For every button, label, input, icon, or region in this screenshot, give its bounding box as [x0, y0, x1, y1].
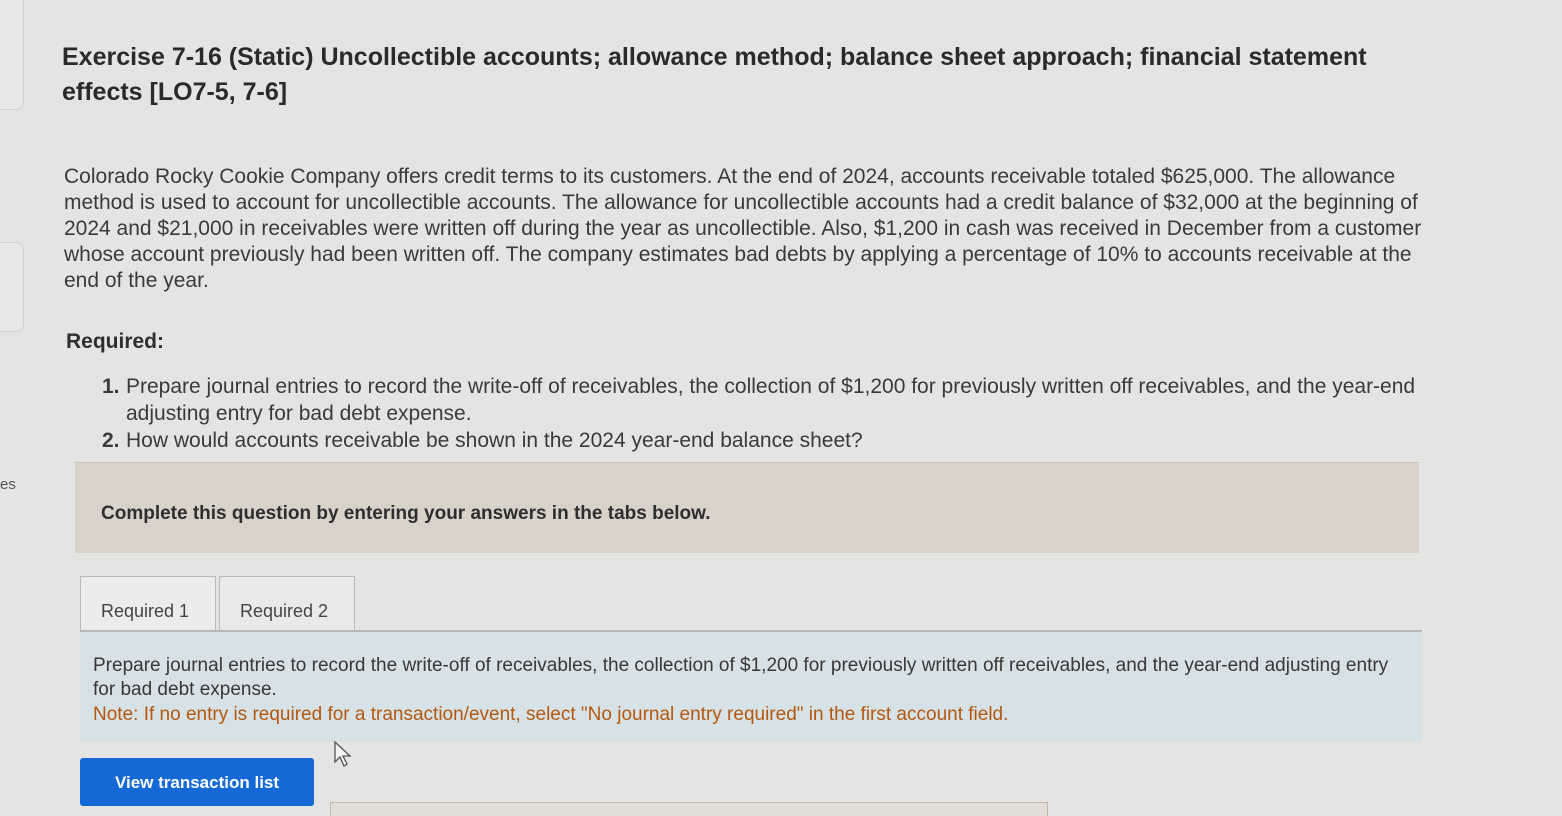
tab-panel-required-1: Prepare journal entries to record the wr…	[80, 630, 1422, 742]
requirement-number: 1.	[102, 375, 120, 398]
requirement-text: Prepare journal entries to record the wr…	[126, 375, 1416, 425]
panel-instructions: Prepare journal entries to record the wr…	[93, 655, 1389, 700]
sidebar-panel-top	[0, 0, 24, 110]
requirement-item: 2. How would accounts receivable be show…	[102, 427, 1422, 454]
exercise-title: Exercise 7-16 (Static) Uncollectible acc…	[62, 43, 1367, 106]
tab-label: Required 2	[240, 601, 329, 621]
panel-note: Note: If no entry is required for a tran…	[93, 704, 1009, 725]
required-heading: Required:	[66, 330, 165, 353]
sidebar-fragment-text: es	[0, 476, 16, 493]
mouse-pointer-icon	[333, 740, 355, 773]
view-transaction-list-button[interactable]: View transaction list	[80, 758, 314, 806]
requirements-list: 1. Prepare journal entries to record the…	[102, 373, 1422, 454]
banner-text: Complete this question by entering your …	[101, 503, 711, 524]
requirement-number: 2.	[102, 429, 120, 452]
journal-entry-area-edge	[330, 802, 1048, 816]
instructions-banner: Complete this question by entering your …	[75, 462, 1419, 553]
sidebar-panel-middle	[0, 242, 24, 332]
requirement-item: 1. Prepare journal entries to record the…	[102, 373, 1422, 427]
requirement-text: How would accounts receivable be shown i…	[126, 429, 863, 452]
exercise-intro: Colorado Rocky Cookie Company offers cre…	[64, 165, 1422, 292]
tab-label: Required 1	[101, 601, 190, 621]
